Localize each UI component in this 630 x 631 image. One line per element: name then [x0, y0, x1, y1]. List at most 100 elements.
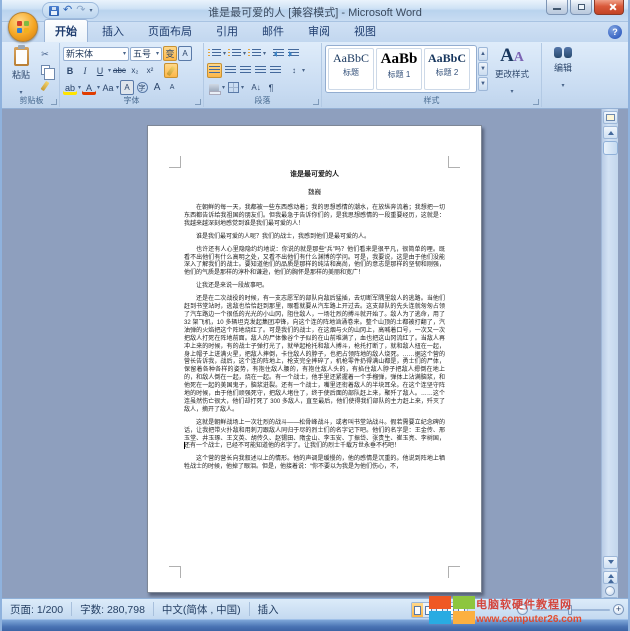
increase-indent-button[interactable] [286, 46, 300, 61]
watermark-site-name: 电脑软硬件教程网 [476, 599, 572, 611]
style-card-heading1[interactable]: AaBb 标题 1 [376, 48, 422, 90]
change-case-dropdown-icon[interactable]: ▾ [116, 84, 119, 91]
underline-button[interactable]: U [93, 63, 107, 78]
editing-dropdown-icon[interactable]: ▾ [561, 83, 564, 89]
word-window: ↶ ↷ ▾ 谁是最可爱的人 [兼容模式] - Microsoft Word 开始… [0, 0, 630, 631]
numbering-button[interactable] [227, 46, 242, 61]
scroll-up-button[interactable] [603, 126, 618, 139]
document-paragraph: 在朝鲜的每一天，我都被一些东西感动着；我的思想感情的潮水，在放纵奔流着；我想把一… [184, 205, 445, 227]
tab-references[interactable]: 引用 [206, 20, 248, 42]
clipboard-dialog-launcher-icon[interactable] [51, 99, 57, 105]
print-layout-view-button[interactable] [412, 603, 423, 617]
shading-button[interactable] [207, 80, 221, 95]
tab-review[interactable]: 审阅 [298, 20, 340, 42]
select-browse-object-button[interactable] [605, 586, 615, 596]
tab-home[interactable]: 开始 [44, 19, 88, 42]
align-right-button[interactable] [238, 63, 252, 78]
clear-formatting-button[interactable] [163, 63, 178, 78]
subscript-button[interactable]: x₂ [128, 63, 142, 78]
line-spacing-dropdown-icon[interactable]: ▾ [302, 67, 305, 74]
language-indicator[interactable]: 中文(简体 , 中国) [154, 602, 249, 617]
borders-dropdown-icon[interactable]: ▾ [241, 84, 244, 91]
align-center-icon [224, 66, 236, 75]
bullets-dropdown-icon[interactable]: ▾ [223, 50, 226, 57]
multilevel-list-icon [248, 49, 262, 58]
font-dialog-launcher-icon[interactable] [195, 99, 201, 105]
window-controls [544, 0, 624, 15]
format-painter-button[interactable] [36, 79, 54, 93]
cut-button[interactable]: ✂ [36, 47, 54, 61]
shrink-font-button[interactable]: A [165, 80, 179, 95]
close-button[interactable] [594, 0, 624, 15]
change-styles-button[interactable]: AA 更改样式 ▾ [488, 45, 536, 96]
justify-button[interactable] [253, 63, 267, 78]
italic-button[interactable]: I [78, 63, 92, 78]
increase-indent-icon [287, 49, 299, 58]
styles-scroll-up-icon[interactable]: ▲ [478, 47, 488, 61]
office-logo-icon [17, 21, 29, 33]
restore-button[interactable] [570, 0, 592, 15]
styles-dialog-launcher-icon[interactable] [533, 99, 539, 105]
print-layout-icon [414, 605, 421, 615]
document-page[interactable]: 谁是最可爱的人 魏巍 在朝鲜的每一天，我都被一些东西感动着；我的思想感情的潮水，… [147, 125, 482, 593]
vertical-scrollbar[interactable] [601, 109, 618, 598]
line-spacing-button[interactable]: ↕ [287, 63, 301, 78]
multilevel-list-button[interactable] [247, 46, 262, 61]
strikethrough-button[interactable]: abc [112, 63, 127, 78]
styles-scroll-down-icon[interactable]: ▼ [478, 62, 488, 76]
distribute-button[interactable] [268, 63, 282, 78]
multilevel-dropdown-icon[interactable]: ▾ [263, 50, 266, 57]
decrease-indent-button[interactable] [271, 46, 285, 61]
copy-button[interactable] [36, 63, 55, 80]
underline-dropdown-icon[interactable]: ▾ [108, 67, 111, 74]
superscript-button[interactable]: x² [143, 63, 157, 78]
tab-insert[interactable]: 插入 [92, 20, 134, 42]
minimize-button[interactable] [546, 0, 568, 15]
paste-button[interactable]: 粘贴 ▾ [7, 45, 35, 96]
change-case-button[interactable]: Aa [101, 80, 115, 95]
grow-font-button[interactable]: A [150, 80, 164, 95]
highlight-dropdown-icon[interactable]: ▾ [78, 84, 81, 91]
shading-dropdown-icon[interactable]: ▾ [222, 84, 225, 91]
style-card-title[interactable]: AaBbC 标题 [328, 48, 374, 90]
tab-view[interactable]: 视图 [344, 20, 386, 42]
font-color-button[interactable]: A [82, 80, 96, 95]
font-color-dropdown-icon[interactable]: ▾ [97, 84, 100, 91]
document-paragraph: 让我还是来说一段故事吧。 [196, 283, 269, 290]
align-center-button[interactable] [223, 63, 237, 78]
bullets-button[interactable] [207, 46, 222, 61]
show-hide-marks-button[interactable]: ¶ [264, 80, 278, 95]
ruler-toggle-button[interactable] [603, 111, 618, 124]
phonetic-guide-button[interactable]: 变 [163, 46, 177, 61]
eraser-icon [166, 65, 176, 76]
tab-page-layout[interactable]: 页面布局 [138, 20, 202, 42]
font-name-combo[interactable]: 新宋体 ▾ [63, 46, 129, 61]
office-button[interactable] [8, 12, 38, 42]
bold-button[interactable]: B [63, 63, 77, 78]
borders-button[interactable] [226, 80, 240, 95]
character-shading-button[interactable]: A [120, 80, 135, 95]
paragraph-dialog-launcher-icon[interactable] [313, 99, 319, 105]
borders-grid-icon [227, 82, 239, 93]
help-icon[interactable]: ? [608, 25, 622, 39]
font-size-combo[interactable]: 五号 ▾ [130, 46, 162, 61]
word-count[interactable]: 字数: 280,798 [72, 602, 153, 617]
highlight-color-button[interactable]: ab [63, 80, 77, 95]
sort-button[interactable]: A↓ [249, 80, 263, 95]
tab-mailings[interactable]: 邮件 [252, 20, 294, 42]
editing-group[interactable]: 编辑 ▾ [542, 43, 584, 107]
scrollbar-thumb[interactable] [603, 141, 618, 155]
enclose-characters-button[interactable]: 字 [135, 80, 149, 95]
previous-page-button[interactable] [603, 571, 618, 584]
document-paragraph: 还是在二次战役的时候，有一支志愿军的部队向敌后猛插，去切断军隅里敌人的逃路。当他… [184, 296, 445, 413]
scroll-down-button[interactable] [603, 556, 618, 569]
numbering-dropdown-icon[interactable]: ▾ [243, 50, 246, 57]
styles-more-icon[interactable]: ▼ [478, 77, 488, 91]
page-indicator[interactable]: 页面: 1/200 [2, 602, 71, 617]
align-left-button[interactable] [207, 63, 222, 78]
character-border-button[interactable]: A [178, 46, 192, 61]
style-card-heading2[interactable]: AaBbC 标题 2 [424, 48, 470, 90]
insert-mode-indicator[interactable]: 插入 [250, 602, 287, 617]
font-size-dropdown-icon: ▾ [155, 51, 159, 57]
document-text[interactable]: 谁是最可爱的人 魏巍 在朝鲜的每一天，我都被一些东西感动着；我的思想感情的潮水，… [184, 169, 445, 477]
